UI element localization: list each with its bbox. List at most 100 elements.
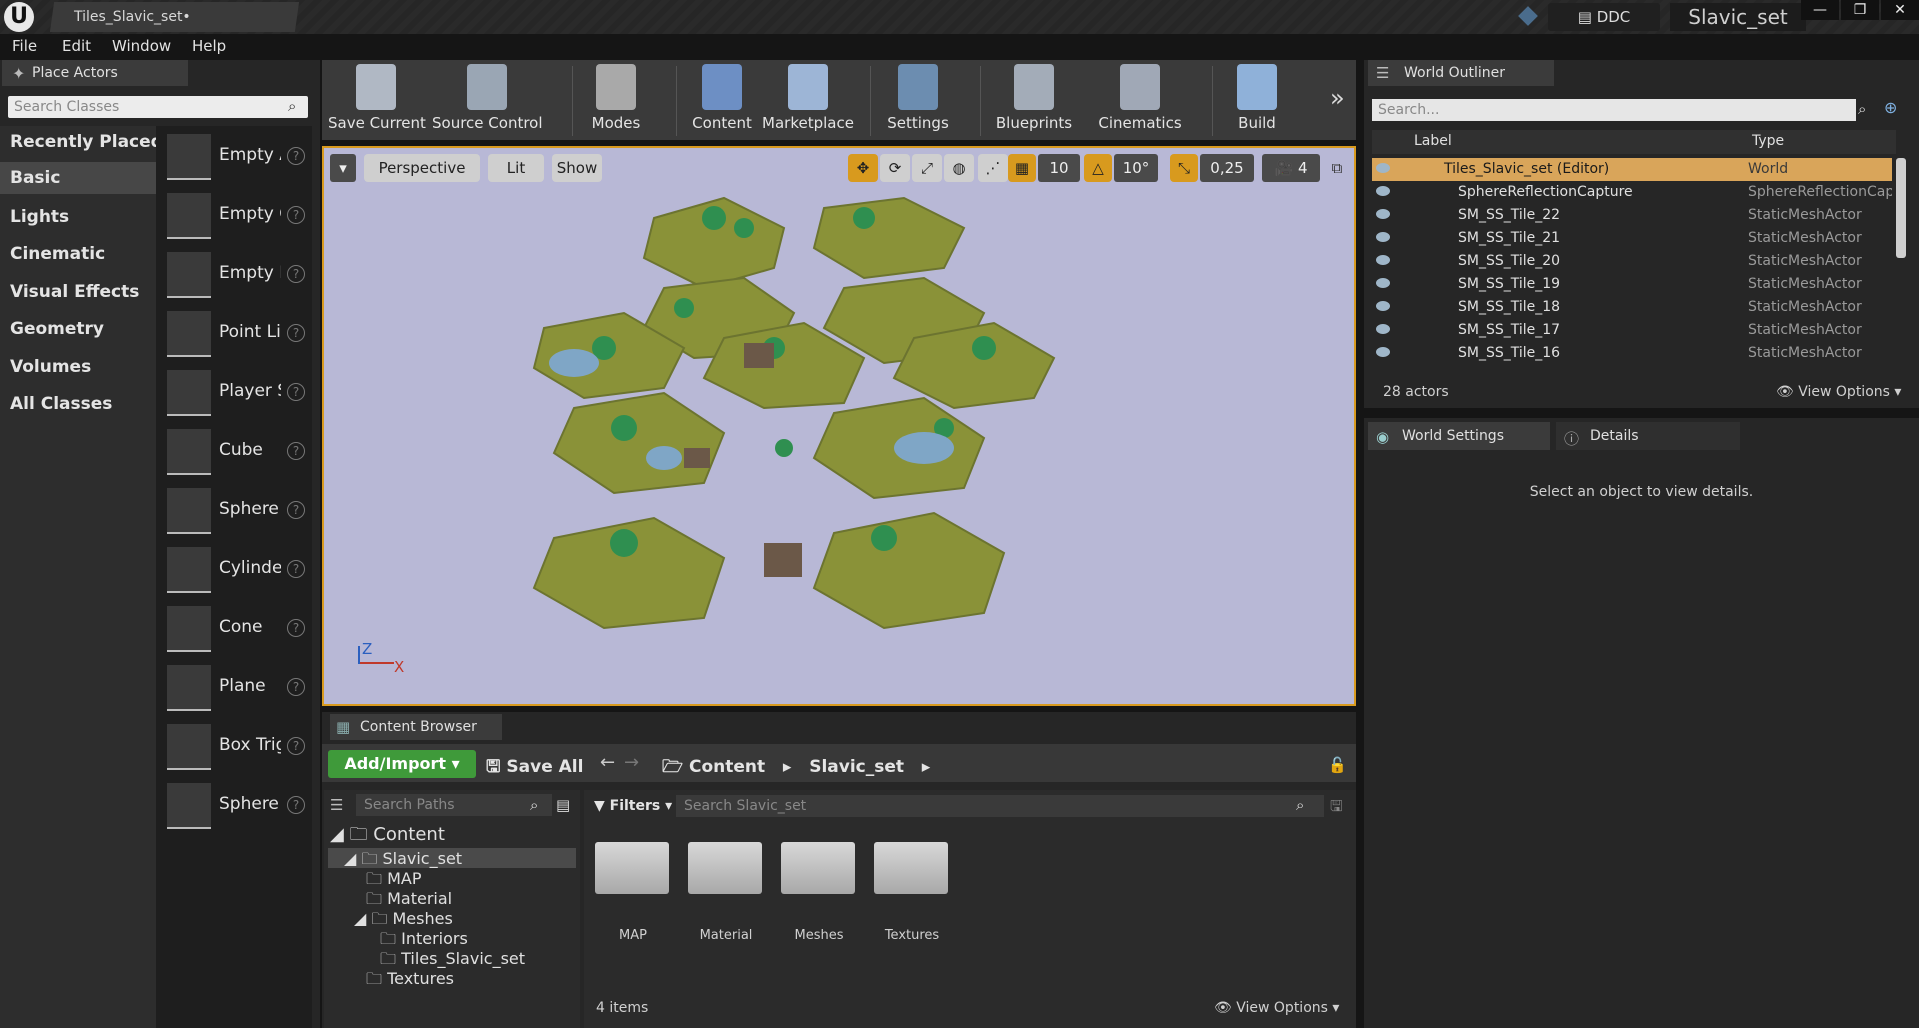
place-actors-tab[interactable]: Place Actors xyxy=(2,60,188,86)
settings-button[interactable]: Settings xyxy=(880,64,956,138)
category-visual-effects[interactable]: Visual Effects xyxy=(10,282,139,302)
ddc-button[interactable]: ▤ DDC xyxy=(1548,3,1660,31)
blueprints-button[interactable]: Blueprints xyxy=(990,64,1078,138)
folder-label-map[interactable]: MAP xyxy=(588,928,678,943)
outliner-row[interactable]: SM_SS_Tile_22 StaticMeshActor xyxy=(1372,204,1892,227)
category-recently-placed[interactable]: Recently Placed xyxy=(10,132,163,152)
save-search-icon[interactable]: 🖫 xyxy=(1330,796,1343,821)
actor-item-empty-actor[interactable]: Empty Actor? xyxy=(163,131,313,185)
content-button[interactable]: Content xyxy=(684,64,760,138)
menu-edit[interactable]: Edit xyxy=(62,37,91,55)
outliner-row[interactable]: SM_SS_Tile_17 StaticMeshActor xyxy=(1372,319,1892,342)
cinematics-button[interactable]: Cinematics xyxy=(1096,64,1184,138)
actor-item-plane[interactable]: Plane? xyxy=(163,662,313,716)
folder-label-meshes[interactable]: Meshes xyxy=(774,928,864,943)
filters-button[interactable]: ▼ Filters ▾ xyxy=(594,798,672,814)
grid-snap-icon[interactable]: ▦ xyxy=(1008,154,1036,182)
help-icon[interactable]: ? xyxy=(287,324,305,342)
save-current-button[interactable]: Save Current xyxy=(328,64,426,138)
maximize-viewport-icon[interactable]: ⧉ xyxy=(1326,154,1348,182)
column-header-label[interactable]: Label xyxy=(1414,133,1452,149)
actor-item-box-trigger[interactable]: Box Trigger? xyxy=(163,721,313,775)
category-lights[interactable]: Lights xyxy=(10,207,69,227)
folder-label-textures[interactable]: Textures xyxy=(867,928,957,943)
actor-item-point-light[interactable]: Point Light? xyxy=(163,308,313,362)
rotation-snap-value[interactable]: 10° xyxy=(1114,154,1158,182)
content-browser-tab[interactable]: Content Browser xyxy=(330,714,502,740)
help-icon[interactable]: ? xyxy=(287,737,305,755)
outliner-row[interactable]: SM_SS_Tile_19 StaticMeshActor xyxy=(1372,273,1892,296)
scale-tool-icon[interactable]: ⤢ xyxy=(912,154,942,182)
menu-window[interactable]: Window xyxy=(112,37,171,55)
translate-tool-icon[interactable]: ✥ xyxy=(848,154,878,182)
actor-item-cone[interactable]: Cone? xyxy=(163,603,313,657)
add-folder-icon[interactable]: ⊕ xyxy=(1884,98,1897,117)
outliner-row[interactable]: SM_SS_Tile_21 StaticMeshActor xyxy=(1372,227,1892,250)
save-all-button[interactable]: 🖫 Save All xyxy=(486,754,583,783)
outliner-row[interactable]: SphereReflectionCapture SphereReflectionC… xyxy=(1372,181,1892,204)
category-geometry[interactable]: Geometry xyxy=(10,319,104,339)
category-volumes[interactable]: Volumes xyxy=(10,357,91,377)
visibility-eye-icon[interactable] xyxy=(1376,186,1390,196)
help-icon[interactable]: ? xyxy=(287,383,305,401)
actor-item-cube[interactable]: Cube? xyxy=(163,426,313,480)
actor-item-player-start[interactable]: Player Start? xyxy=(163,367,313,421)
actor-item-empty-character[interactable]: Empty Character? xyxy=(163,190,313,244)
forward-arrow-icon[interactable]: → xyxy=(624,752,639,773)
add-import-button[interactable]: Add/Import ▾ xyxy=(328,750,476,778)
help-icon[interactable]: ? xyxy=(287,796,305,814)
search-paths-input[interactable]: Search Paths xyxy=(356,794,552,816)
help-icon[interactable]: ? xyxy=(287,265,305,283)
world-local-toggle-icon[interactable]: ◍ xyxy=(944,154,974,182)
help-icon[interactable]: ? xyxy=(287,442,305,460)
scale-snap-value[interactable]: 0,25 xyxy=(1200,154,1254,182)
outliner-view-options-button[interactable]: 👁 View Options ▾ xyxy=(1776,384,1901,400)
viewport-options-dropdown[interactable]: ▾ xyxy=(330,154,356,182)
outliner-row[interactable]: SM_SS_Tile_16 StaticMeshActor xyxy=(1372,342,1892,365)
outliner-search-input[interactable]: Search... xyxy=(1372,99,1856,121)
world-settings-tab[interactable]: World Settings xyxy=(1368,422,1550,450)
rotation-snap-icon[interactable]: △ xyxy=(1084,154,1112,182)
actor-item-cylinder[interactable]: Cylinder? xyxy=(163,544,313,598)
search-classes-input[interactable]: Search Classes xyxy=(8,96,308,118)
folder-icon[interactable] xyxy=(688,842,762,894)
modes-button[interactable]: Modes xyxy=(578,64,654,138)
help-icon[interactable]: ? xyxy=(287,560,305,578)
outliner-row[interactable]: SM_SS_Tile_18 StaticMeshActor xyxy=(1372,296,1892,319)
breadcrumb-content[interactable]: Content xyxy=(689,757,765,777)
back-arrow-icon[interactable]: ← xyxy=(600,752,615,773)
visibility-eye-icon[interactable] xyxy=(1376,347,1390,357)
breadcrumb-separator-icon[interactable]: ▸ xyxy=(910,757,931,777)
surface-snap-icon[interactable]: ⋰ xyxy=(978,154,1008,182)
folder-label-material[interactable]: Material xyxy=(681,928,771,943)
category-all-classes[interactable]: All Classes xyxy=(10,394,112,414)
close-button[interactable]: ✕ xyxy=(1881,0,1919,20)
menu-help[interactable]: Help xyxy=(192,37,226,55)
help-icon[interactable]: ? xyxy=(287,147,305,165)
show-flags-button[interactable]: Show xyxy=(552,154,602,182)
category-basic[interactable]: Basic xyxy=(0,162,156,194)
search-assets-input[interactable]: Search Slavic_set xyxy=(676,795,1324,817)
visibility-eye-icon[interactable] xyxy=(1376,163,1390,173)
help-icon[interactable]: ? xyxy=(287,206,305,224)
actor-item-sphere-trigger[interactable]: Sphere Trigger? xyxy=(163,780,313,834)
visibility-eye-icon[interactable] xyxy=(1376,278,1390,288)
outliner-scrollbar[interactable] xyxy=(1896,158,1906,258)
build-button[interactable]: Build xyxy=(1222,64,1292,138)
collapse-sources-icon[interactable]: ☰ xyxy=(330,796,343,814)
help-icon[interactable]: ? xyxy=(287,619,305,637)
camera-speed-button[interactable]: 🎥 4 xyxy=(1262,154,1320,182)
scale-snap-icon[interactable]: ⤡ xyxy=(1170,154,1198,182)
rotate-tool-icon[interactable]: ⟳ xyxy=(880,154,910,182)
actor-item-sphere[interactable]: Sphere? xyxy=(163,485,313,539)
lock-icon[interactable]: 🔓 xyxy=(1328,756,1347,774)
level-viewport[interactable] xyxy=(322,146,1356,706)
visibility-eye-icon[interactable] xyxy=(1376,232,1390,242)
minimize-button[interactable]: — xyxy=(1801,0,1839,20)
actor-item-empty-pawn[interactable]: Empty Pawn? xyxy=(163,249,313,303)
outliner-row[interactable]: Tiles_Slavic_set (Editor) World xyxy=(1372,158,1892,181)
maximize-button[interactable]: ❐ xyxy=(1841,0,1879,20)
column-header-type[interactable]: Type xyxy=(1752,133,1784,149)
marketplace-button[interactable]: Marketplace xyxy=(760,64,856,138)
help-icon[interactable]: ? xyxy=(287,678,305,696)
